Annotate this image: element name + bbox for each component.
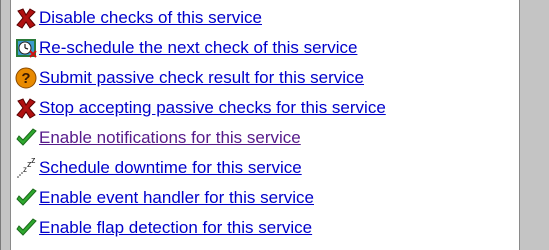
- enable-checkmark-icon: [15, 217, 37, 239]
- reschedule-clock-icon: [15, 37, 37, 59]
- enable-flap-detection-link[interactable]: Enable flap detection for this service: [39, 218, 312, 238]
- command-row-enable-notifications[interactable]: Enable notifications for this service: [15, 123, 301, 153]
- command-row-reschedule-check[interactable]: Re-schedule the next check of this servi…: [15, 33, 357, 63]
- enable-checkmark-icon: [15, 187, 37, 209]
- service-commands-box: Disable checks of this service Re-schedu…: [10, 0, 520, 250]
- command-row-enable-event-handler[interactable]: Enable event handler for this service: [15, 183, 314, 213]
- disable-checks-link[interactable]: Disable checks of this service: [39, 8, 262, 28]
- reschedule-check-link[interactable]: Re-schedule the next check of this servi…: [39, 38, 357, 58]
- command-row-schedule-downtime[interactable]: z z z Schedule downtime for this service: [15, 153, 302, 183]
- service-commands-panel: Disable checks of this service Re-schedu…: [0, 0, 549, 250]
- command-row-enable-flap-detection[interactable]: Enable flap detection for this service: [15, 213, 312, 243]
- disable-x-icon: [15, 97, 37, 119]
- command-row-submit-passive-result[interactable]: ? Submit passive check result for this s…: [15, 63, 364, 93]
- enable-notifications-link[interactable]: Enable notifications for this service: [39, 128, 301, 148]
- schedule-downtime-link[interactable]: Schedule downtime for this service: [39, 158, 302, 178]
- enable-checkmark-icon: [15, 127, 37, 149]
- command-row-disable-checks[interactable]: Disable checks of this service: [15, 3, 262, 33]
- stop-passive-checks-link[interactable]: Stop accepting passive checks for this s…: [39, 98, 386, 118]
- svg-text:z: z: [31, 157, 36, 165]
- command-row-stop-passive-checks[interactable]: Stop accepting passive checks for this s…: [15, 93, 386, 123]
- enable-event-handler-link[interactable]: Enable event handler for this service: [39, 188, 314, 208]
- disable-x-icon: [15, 7, 37, 29]
- svg-text:?: ?: [21, 70, 30, 87]
- submit-passive-result-link[interactable]: Submit passive check result for this ser…: [39, 68, 364, 88]
- sleep-zzz-icon: z z z: [15, 157, 37, 179]
- question-mark-icon: ?: [15, 67, 37, 89]
